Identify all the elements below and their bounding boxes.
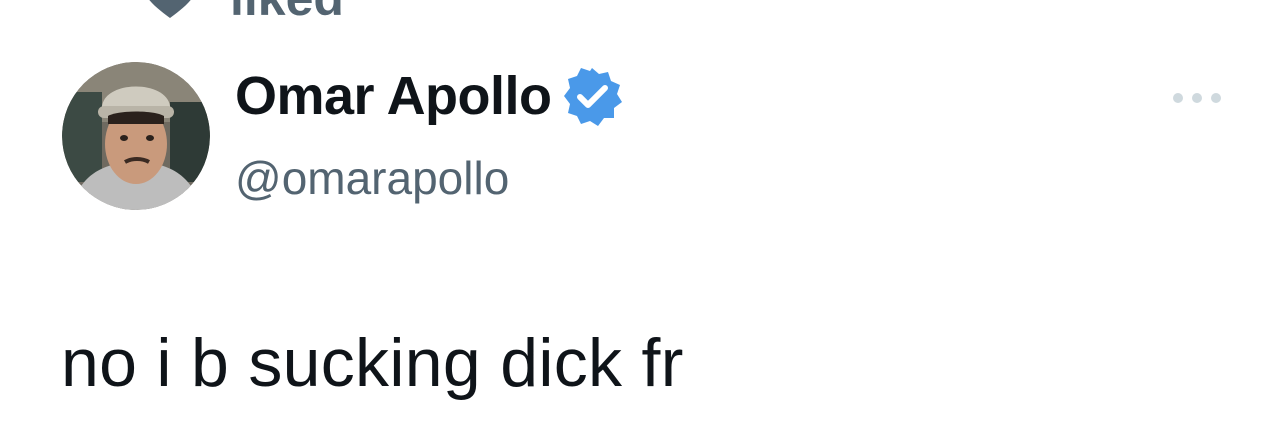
verified-badge-icon[interactable] [562,66,622,126]
avatar[interactable] [62,62,210,210]
tweet-text: no i b sucking dick fr [61,325,684,401]
heart-icon [149,0,191,18]
display-name[interactable]: Omar Apollo [235,65,552,127]
social-context-label: liked [230,0,344,23]
more-options-button[interactable] [1164,80,1230,116]
author-name-row[interactable]: Omar Apollo [235,64,622,128]
author-handle[interactable]: @omarapollo [235,148,509,208]
social-context[interactable]: liked [138,0,344,23]
more-options-icon [1173,93,1221,103]
